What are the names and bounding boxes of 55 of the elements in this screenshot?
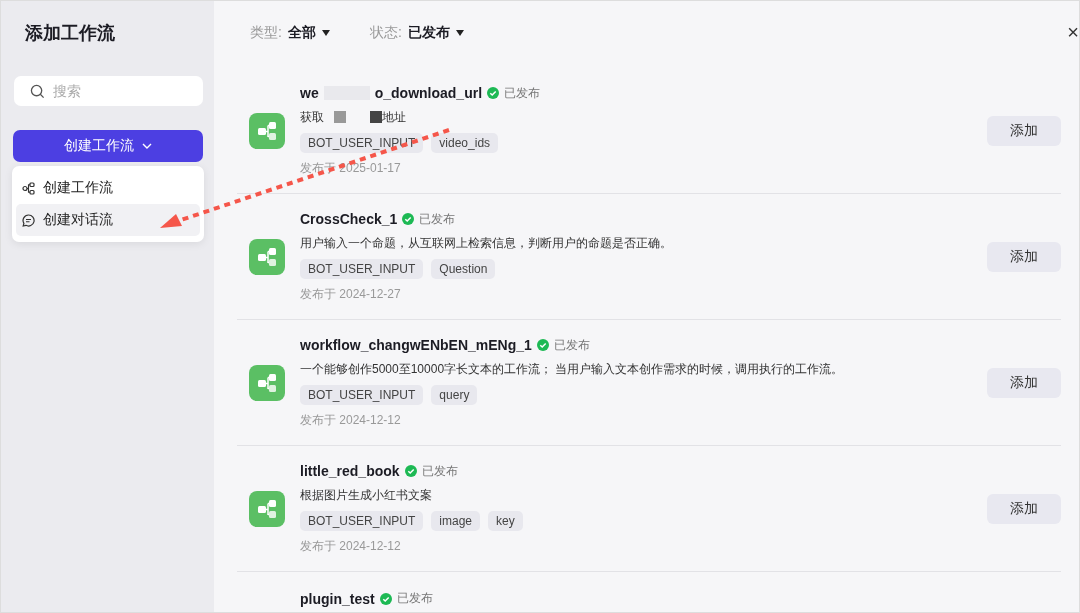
- workflow-description: 地址: [382, 108, 406, 126]
- add-button[interactable]: 添加: [987, 367, 1061, 398]
- status-label: 已发布: [553, 336, 590, 354]
- parameter-tag: image: [431, 510, 481, 531]
- workflow-description: 用户输入一个命题，从互联网上检索信息，判断用户的命题是否正确。: [300, 234, 672, 252]
- workflow-description: 根据图片生成小红书文案: [300, 486, 432, 504]
- add-button[interactable]: 添加: [987, 241, 1061, 272]
- redaction-block: [370, 111, 382, 123]
- close-button[interactable]: ×: [1063, 21, 1079, 44]
- parameter-tag: BOT_USER_INPUT: [300, 258, 424, 279]
- filter-dropdown[interactable]: 状态: 已发布: [369, 23, 464, 42]
- workflow-title: workflow_changwENbEN_mENg_1: [300, 337, 532, 353]
- status-label: 已发布: [504, 84, 541, 102]
- workflow-title: we: [300, 85, 319, 101]
- workflow-icon: [249, 490, 285, 527]
- workflow-description: 获取: [300, 108, 324, 126]
- parameter-tag: key: [488, 510, 523, 531]
- caret-icon: [321, 29, 330, 36]
- status-label: 已发布: [419, 210, 456, 228]
- workflow-title: CrossCheck_1: [300, 211, 398, 227]
- parameter-tag: query: [431, 384, 478, 405]
- workflow-icon: [249, 112, 285, 149]
- filter-dropdown[interactable]: 类型: 全部: [250, 23, 330, 42]
- add-button[interactable]: 添加: [987, 115, 1061, 146]
- menu-item[interactable]: 创建对话流: [16, 204, 200, 236]
- workflow-icon: [249, 364, 285, 401]
- status-label: 已发布: [421, 462, 458, 480]
- publish-date: 发布于 2024-12-12: [300, 537, 402, 555]
- publish-date: 发布于 2024-12-27: [300, 285, 402, 303]
- parameter-tag: video_ids: [431, 132, 499, 153]
- workflow-icon: [249, 238, 285, 275]
- parameter-tag: BOT_USER_INPUT: [300, 510, 424, 531]
- chevron-down-icon: [142, 143, 152, 149]
- publish-date: 发布于 2024-12-12: [300, 411, 402, 429]
- chat-bubble-icon: [22, 213, 35, 227]
- parameter-tag: BOT_USER_INPUT: [300, 384, 424, 405]
- check-circle-icon: [487, 87, 500, 99]
- check-circle-icon: [404, 465, 417, 477]
- status-label: 已发布: [396, 590, 433, 607]
- add-button[interactable]: 添加: [987, 493, 1061, 524]
- menu-item[interactable]: 创建工作流: [16, 172, 200, 204]
- create-workflow-button[interactable]: 创建工作流: [13, 130, 203, 162]
- nodes-icon: [22, 181, 35, 195]
- parameter-tag: Question: [431, 258, 496, 279]
- search-field[interactable]: 搜索: [14, 76, 203, 106]
- workflow-title: o_download_url: [374, 85, 483, 101]
- check-circle-icon: [402, 213, 415, 225]
- check-circle-icon: [536, 339, 549, 351]
- workflow-description: 一个能够创作5000至10000字长文本的工作流； 当用户输入文本创作需求的时候，调用执行的工作流。: [300, 360, 844, 378]
- redaction-block: [334, 111, 346, 123]
- caret-icon: [455, 29, 464, 36]
- check-circle-icon: [379, 592, 392, 605]
- workflow-title: plugin_test: [300, 590, 375, 607]
- workflow-title: little_red_book: [300, 463, 400, 479]
- dialog-title: 添加工作流: [25, 22, 116, 45]
